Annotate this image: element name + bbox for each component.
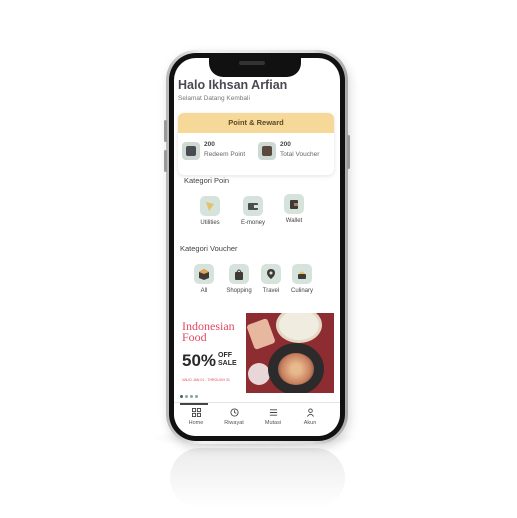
tab-label: Mutasi — [264, 420, 282, 426]
utilities-icon — [200, 196, 220, 216]
pagination-dot[interactable] — [180, 395, 183, 398]
category-wallet[interactable]: Wallet — [276, 194, 312, 224]
phone-side-button — [164, 120, 167, 142]
category-shopping[interactable]: Shopping — [221, 264, 257, 294]
category-label: E-money — [240, 220, 265, 226]
phone-notch — [209, 53, 301, 77]
tab-label: Akun — [303, 420, 317, 426]
category-utilities[interactable]: Utilities — [192, 196, 228, 226]
food-icon — [292, 264, 312, 284]
total-voucher-item[interactable]: 200 Total Voucher — [258, 140, 332, 164]
point-reward-title: Point & Reward — [178, 113, 334, 133]
tab-label: Home — [188, 420, 204, 426]
tab-mutasi[interactable]: Mutasi — [256, 408, 290, 426]
history-icon — [229, 408, 239, 417]
pagination-dot[interactable] — [195, 395, 198, 398]
total-voucher-label: Total Voucher — [280, 151, 320, 158]
phone-speaker — [239, 61, 265, 65]
tab-home[interactable]: Home — [179, 408, 213, 426]
kategori-voucher-title: Kategori Voucher — [180, 244, 238, 253]
shopping-bag-icon — [229, 264, 249, 284]
category-label: Culinary — [290, 288, 313, 294]
redeem-point-item[interactable]: 200 Redeem Point — [182, 140, 252, 164]
phone-power-button — [347, 135, 350, 169]
kategori-poin-title: Kategori Poin — [184, 176, 230, 185]
phone-side-button — [164, 150, 167, 172]
category-all[interactable]: All — [186, 264, 222, 294]
category-label: Wallet — [285, 218, 303, 224]
greeting-title: Halo Ikhsan Arfian — [178, 78, 288, 92]
tab-akun[interactable]: Akun — [293, 408, 327, 426]
banner-sale-text: OFF SALE — [218, 352, 237, 367]
point-reward-card[interactable]: Point & Reward 200 Redeem Point 200 Tota… — [178, 113, 334, 175]
grid-icon — [191, 408, 201, 417]
pagination-dot[interactable] — [190, 395, 193, 398]
tab-riwayat[interactable]: Riwayat — [217, 408, 251, 426]
home-indicator — [180, 403, 208, 405]
category-culinary[interactable]: Culinary — [284, 264, 320, 294]
phone-reflection — [170, 448, 345, 508]
bottom-tab-bar: Home Riwayat Mutasi Akun — [174, 402, 340, 436]
category-label: Utilities — [200, 220, 220, 226]
wallet-icon — [182, 142, 200, 160]
list-icon — [269, 409, 277, 416]
total-voucher-value: 200 — [280, 141, 291, 148]
location-pin-icon — [261, 264, 281, 284]
box-icon — [194, 264, 214, 284]
promo-banner[interactable]: Indonesian Food 50% OFF SALE VALID JAN 0… — [178, 313, 334, 393]
pagination-dot[interactable] — [185, 395, 188, 398]
banner-title: Indonesian Food — [182, 319, 235, 344]
category-label: Shopping — [226, 288, 252, 294]
voucher-icon — [258, 142, 276, 160]
app-screen: Halo Ikhsan Arfian Selamat Datang Kembal… — [174, 58, 340, 436]
user-icon — [306, 408, 314, 417]
banner-sale-percent: 50% — [182, 351, 217, 370]
redeem-point-value: 200 — [204, 141, 215, 148]
banner-pagination — [180, 395, 198, 398]
banner-date-text: VALID JAN 01 - THROUGH 31 — [182, 378, 230, 382]
category-emoney[interactable]: E-money — [235, 196, 271, 226]
emoney-icon — [243, 196, 263, 216]
wallet-icon — [284, 194, 304, 214]
greeting-subtitle: Selamat Datang Kembali — [178, 95, 250, 102]
food-photo — [246, 313, 334, 393]
category-label: All — [200, 288, 208, 294]
redeem-point-label: Redeem Point — [204, 151, 246, 158]
tab-label: Riwayat — [224, 420, 244, 426]
